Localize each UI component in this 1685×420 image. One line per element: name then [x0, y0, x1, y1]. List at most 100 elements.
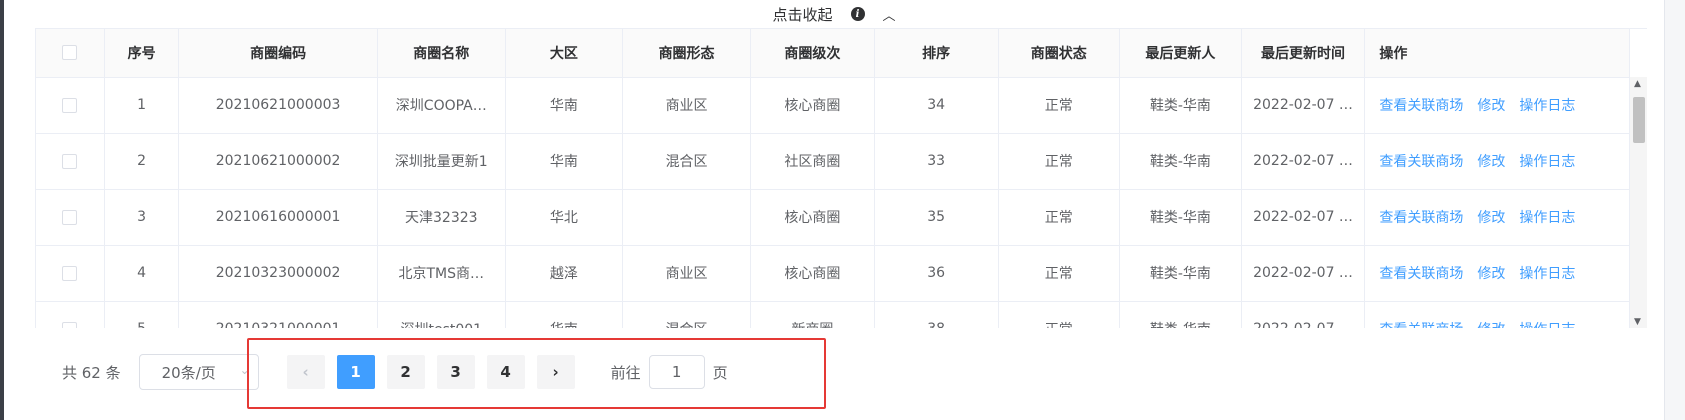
- column-header[interactable]: 最后更新人: [1119, 29, 1242, 78]
- edit-link[interactable]: 修改: [1477, 98, 1505, 114]
- column-header[interactable]: 序号: [104, 29, 180, 78]
- table-cell: 华南: [505, 133, 624, 190]
- operation-log-link[interactable]: 操作日志: [1519, 266, 1575, 282]
- table-cell: 商业区: [622, 77, 752, 134]
- edit-link[interactable]: 修改: [1477, 210, 1505, 226]
- actions-cell: 查看关联商场修改操作日志: [1364, 189, 1630, 246]
- table-cell: 新商圈: [750, 301, 875, 328]
- table-cell: 混合区: [622, 133, 752, 190]
- column-header: 操作: [1364, 29, 1630, 78]
- table-cell: [622, 189, 752, 246]
- operation-log-link[interactable]: 操作日志: [1519, 98, 1575, 114]
- column-header[interactable]: 大区: [505, 29, 624, 78]
- column-header[interactable]: 商圈形态: [622, 29, 752, 78]
- table-cell: 1: [104, 77, 180, 134]
- table-cell: 20210621000003: [178, 77, 378, 134]
- table-cell: 35: [874, 189, 999, 246]
- table-cell: 2022-02-07 …: [1241, 77, 1366, 134]
- row-checkbox[interactable]: [62, 321, 78, 328]
- table-cell: 33: [874, 133, 999, 190]
- table-cell: 鞋类-华南: [1119, 301, 1242, 328]
- vertical-scrollbar[interactable]: ▲ ▼: [1629, 77, 1647, 328]
- column-header[interactable]: 商圈级次: [750, 29, 875, 78]
- table-cell: 核心商圈: [750, 245, 875, 302]
- operation-log-link[interactable]: 操作日志: [1519, 154, 1575, 170]
- table-cell: 5: [104, 301, 180, 328]
- table-cell: 华南: [505, 77, 624, 134]
- table-cell: 20210321000001: [178, 301, 378, 328]
- row-checkbox[interactable]: [62, 153, 78, 169]
- row-checkbox[interactable]: [62, 265, 78, 281]
- table-cell: 38: [874, 301, 999, 328]
- table-cell: 3: [104, 189, 180, 246]
- row-checkbox[interactable]: [62, 209, 78, 225]
- column-header[interactable]: 最后更新时间: [1241, 29, 1366, 78]
- actions-cell: 查看关联商场修改操作日志: [1364, 77, 1630, 134]
- table-cell: 鞋类-华南: [1119, 133, 1242, 190]
- table-cell: 越泽: [505, 245, 624, 302]
- table-cell: 正常: [998, 133, 1121, 190]
- table-row: 5 20210321000001 深圳test001 华南 混合区 新商圈 38…: [36, 301, 1630, 328]
- collapse-toggle[interactable]: 点击收起 i ︿: [4, 0, 1664, 28]
- actions-cell: 查看关联商场修改操作日志: [1364, 245, 1630, 302]
- table-cell: 正常: [998, 245, 1121, 302]
- table-cell: 华北: [505, 189, 624, 246]
- column-header[interactable]: 排序: [874, 29, 999, 78]
- view-malls-link[interactable]: 查看关联商场: [1379, 154, 1463, 170]
- column-header[interactable]: 商圈名称: [377, 29, 506, 78]
- table-cell: 深圳批量更新1: [377, 133, 506, 190]
- view-malls-link[interactable]: 查看关联商场: [1379, 266, 1463, 282]
- page-size-select[interactable]: 20条/页 ⌄: [138, 354, 259, 390]
- table-header-row: 序号 商圈编码 商圈名称 大区 商圈形态 商圈级次 排序 商圈状态 最后更新人 …: [36, 29, 1630, 78]
- column-header[interactable]: 商圈状态: [998, 29, 1121, 78]
- table-cell: 正常: [998, 301, 1121, 328]
- table-cell: 正常: [998, 189, 1121, 246]
- table-cell: 正常: [998, 77, 1121, 134]
- row-checkbox[interactable]: [62, 97, 78, 113]
- table-cell: 34: [874, 77, 999, 134]
- edit-link[interactable]: 修改: [1477, 266, 1505, 282]
- table-cell: 2: [104, 133, 180, 190]
- app-frame: 点击收起 i ︿ 序号 商圈编码 商圈名称 大区 商圈形态 商圈级次 排序 商圈…: [0, 0, 1685, 420]
- actions-cell: 查看关联商场修改操作日志: [1364, 133, 1630, 190]
- table-row: 3 20210616000001 天津32323 华北 核心商圈 35 正常 鞋…: [36, 189, 1630, 246]
- table-cell: 核心商圈: [750, 77, 875, 134]
- table-cell: 天津32323: [377, 189, 506, 246]
- scrollbar-thumb[interactable]: [1633, 97, 1645, 143]
- table-cell: 北京TMS商…: [377, 245, 506, 302]
- table-cell: 深圳test001: [377, 301, 506, 328]
- collapse-label: 点击收起: [772, 5, 833, 24]
- table-cell: 华南: [505, 301, 624, 328]
- page-scroll-gutter: [1664, 0, 1685, 420]
- edit-link[interactable]: 修改: [1477, 322, 1505, 328]
- table-cell: 鞋类-华南: [1119, 245, 1242, 302]
- table-cell: 2022-02-07 …: [1241, 245, 1366, 302]
- column-header[interactable]: 商圈编码: [178, 29, 378, 78]
- operation-log-link[interactable]: 操作日志: [1519, 322, 1575, 328]
- actions-cell: 查看关联商场 修改 操作日志: [1364, 301, 1630, 328]
- table-cell: 4: [104, 245, 180, 302]
- data-table: 序号 商圈编码 商圈名称 大区 商圈形态 商圈级次 排序 商圈状态 最后更新人 …: [35, 28, 1647, 328]
- view-malls-link[interactable]: 查看关联商场: [1379, 322, 1463, 328]
- table-cell: 2022-02-07 …: [1241, 133, 1366, 190]
- view-malls-link[interactable]: 查看关联商场: [1379, 210, 1463, 226]
- edit-link[interactable]: 修改: [1477, 154, 1505, 170]
- scroll-up-icon[interactable]: ▲: [1634, 79, 1641, 89]
- table-cell: 商业区: [622, 245, 752, 302]
- table-cell: 深圳COOPA…: [377, 77, 506, 134]
- table-cell: 2022-02-07 …: [1241, 301, 1366, 328]
- table-cell: 2022-02-07 …: [1241, 189, 1366, 246]
- view-malls-link[interactable]: 查看关联商场: [1379, 98, 1463, 114]
- operation-log-link[interactable]: 操作日志: [1519, 210, 1575, 226]
- info-icon[interactable]: i: [850, 7, 865, 21]
- table-cell: 鞋类-华南: [1119, 77, 1242, 134]
- chevron-up-icon[interactable]: ︿: [883, 5, 896, 24]
- table-cell: 36: [874, 245, 999, 302]
- table-cell: 社区商圈: [750, 133, 875, 190]
- scroll-down-icon[interactable]: ▼: [1634, 317, 1641, 327]
- table-cell: 20210616000001: [178, 189, 378, 246]
- select-all-checkbox[interactable]: [62, 45, 78, 61]
- highlight-box: [247, 338, 826, 409]
- table-row: 2 20210621000002 深圳批量更新1 华南 混合区 社区商圈 33 …: [36, 133, 1630, 190]
- main-panel: 点击收起 i ︿ 序号 商圈编码 商圈名称 大区 商圈形态 商圈级次 排序 商圈…: [4, 0, 1664, 420]
